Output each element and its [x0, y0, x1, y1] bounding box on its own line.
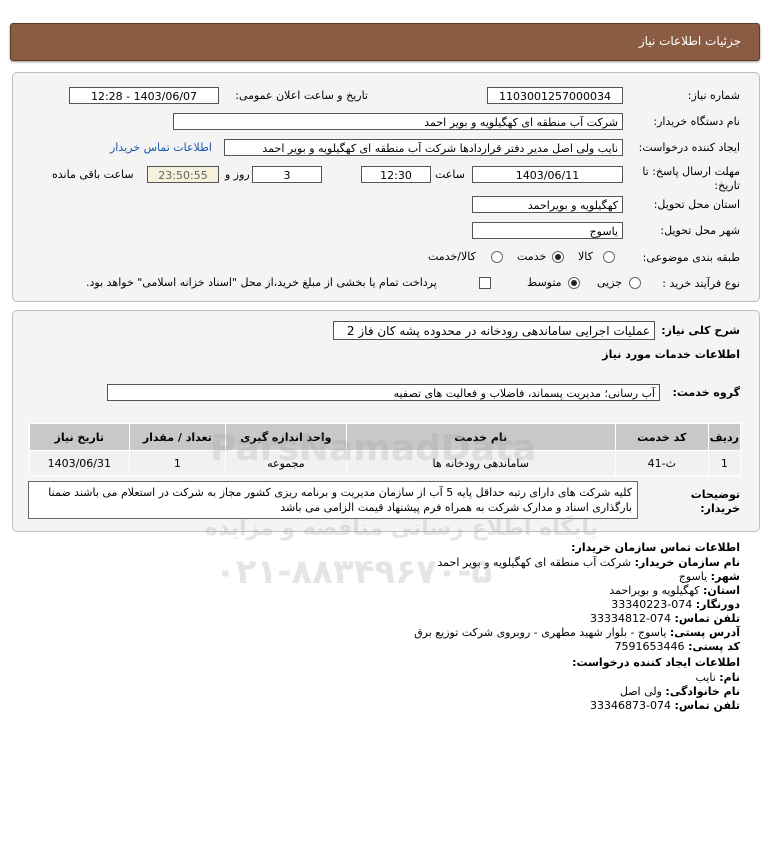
- creator-first-name-value: نایب: [695, 671, 716, 684]
- creator-phone-row: تلفن تماس: 074-33346873: [590, 699, 740, 712]
- buyer-field[interactable]: شرکت آب منطقه ای کهگیلویه و بویر احمد: [173, 113, 623, 130]
- creator-phone-label: تلفن تماس:: [674, 699, 740, 712]
- deadline-time-field[interactable]: 12:30: [361, 166, 431, 183]
- process-label: نوع فرآیند خرید :: [662, 277, 740, 290]
- deadline-date-label: تاریخ:: [714, 179, 740, 192]
- org-city-row: شهر: یاسوج: [679, 570, 740, 583]
- creator-contact-heading: اطلاعات ایجاد کننده درخواست:: [572, 656, 740, 669]
- org-name-row: نام سازمان خریدار: شرکت آب منطقه ای کهگی…: [437, 556, 740, 569]
- treasury-checkbox[interactable]: [479, 277, 491, 289]
- notes-label: توضیحات خریدار:: [690, 488, 740, 515]
- org-address-label: آدرس پستی:: [669, 626, 740, 639]
- org-contact-heading: اطلاعات تماس سازمان خریدار:: [571, 541, 740, 554]
- creator-last-name-value: ولی اصل: [619, 685, 662, 698]
- org-phone-row: تلفن تماس: 074-33334812: [590, 612, 740, 625]
- page-header: جزئیات اطلاعات نیاز: [10, 23, 760, 61]
- org-phone-value: 074-33334812: [590, 612, 672, 625]
- org-fax-label: دورنگار:: [695, 598, 740, 611]
- need-number-field[interactable]: 1103001257000034: [487, 87, 623, 104]
- col-quantity: تعداد / مقدار: [128, 423, 227, 451]
- province-field[interactable]: کهگیلویه و بویراحمد: [472, 196, 623, 213]
- page-title: جزئیات اطلاعات نیاز: [638, 34, 741, 48]
- org-fax-row: دورنگار: 074-33340223: [611, 598, 740, 611]
- announce-datetime-field[interactable]: 1403/06/07 - 12:28: [69, 87, 219, 104]
- services-table: ردیف کد خدمت نام خدمت واحد اندازه گیری ت…: [29, 423, 742, 476]
- process-option-medium: متوسط: [527, 276, 562, 289]
- col-row-number: ردیف: [707, 423, 742, 451]
- service-group-label: گروه خدمت:: [672, 386, 740, 399]
- need-number-label: شماره نیاز:: [687, 89, 740, 102]
- cell-need-date: 1403/06/31: [29, 450, 130, 476]
- summary-field[interactable]: عملیات اجرایی ساماندهی رودخانه در محدوده…: [333, 321, 655, 340]
- cell-row-number: 1: [707, 450, 742, 476]
- need-info-panel: [12, 72, 760, 302]
- buyer-label: نام دستگاه خریدار:: [653, 115, 740, 128]
- table-header-row: ردیف کد خدمت نام خدمت واحد اندازه گیری ت…: [29, 423, 742, 451]
- table-row: 1 ث-41 ساماندهی رودخانه ها مجموعه 1 1403…: [29, 450, 742, 476]
- cell-unit: مجموعه: [225, 450, 347, 476]
- remaining-time-label: ساعت باقی مانده: [52, 168, 134, 181]
- creator-first-name-row: نام: نایب: [695, 671, 740, 684]
- org-postal-value: 7591653446: [614, 640, 685, 653]
- days-field[interactable]: 3: [252, 166, 322, 183]
- deadline-label: مهلت ارسال پاسخ: تا: [642, 165, 740, 178]
- org-province-label: استان:: [703, 584, 740, 597]
- cell-quantity: 1: [128, 450, 227, 476]
- org-province-value: کهگیلویه و بویراحمد: [609, 584, 700, 597]
- city-field[interactable]: یاسوج: [472, 222, 623, 239]
- org-postal-row: کد پستی: 7591653446: [615, 640, 740, 653]
- process-radio-medium[interactable]: [568, 277, 580, 289]
- creator-first-name-label: نام:: [719, 671, 740, 684]
- org-name-label: نام سازمان خریدار:: [634, 556, 740, 569]
- org-city-label: شهر:: [710, 570, 740, 583]
- category-option-service: خدمت: [517, 250, 547, 263]
- province-label: استان محل تحویل:: [653, 198, 740, 211]
- process-option-minor: جزیی: [597, 276, 623, 289]
- org-postal-label: کد پستی:: [688, 640, 740, 653]
- org-address-value: یاسوج - بلوار شهید مطهری - روبروی شرکت ت…: [414, 626, 667, 639]
- col-unit: واحد اندازه گیری: [225, 423, 347, 451]
- deadline-date-field[interactable]: 1403/06/11: [472, 166, 623, 183]
- summary-label: شرح کلی نیاز:: [661, 324, 740, 337]
- org-city-value: یاسوج: [678, 570, 708, 583]
- days-label: روز و: [225, 168, 250, 181]
- category-radio-goods-service[interactable]: [491, 251, 503, 263]
- org-address-row: آدرس پستی: یاسوج - بلوار شهید مطهری - رو…: [414, 626, 740, 639]
- creator-label: ایجاد کننده درخواست:: [638, 141, 740, 154]
- remaining-time-field: 23:50:55: [147, 166, 219, 183]
- payment-note: پرداخت تمام یا بخشی از مبلغ خرید،از محل …: [86, 276, 437, 289]
- col-need-date: تاریخ نیاز: [29, 423, 130, 451]
- cell-service-code: ث-41: [614, 450, 709, 476]
- creator-last-name-label: نام خانوادگی:: [665, 685, 740, 698]
- org-province-row: استان: کهگیلویه و بویراحمد: [609, 584, 740, 597]
- services-heading: اطلاعات خدمات مورد نیاز: [602, 348, 740, 361]
- announce-label: تاریخ و ساعت اعلان عمومی:: [235, 89, 368, 102]
- cell-service-name: ساماندهی رودخانه ها: [345, 450, 616, 476]
- creator-phone-value: 074-33346873: [590, 699, 672, 712]
- creator-field[interactable]: نایب ولی اصل مدیر دفتر قراردادها شرکت آب…: [224, 139, 623, 156]
- col-service-code: کد خدمت: [614, 423, 709, 451]
- process-radio-minor[interactable]: [629, 277, 641, 289]
- creator-last-name-row: نام خانوادگی: ولی اصل: [620, 685, 740, 698]
- buyer-notes: کلیه شرکت های دارای رتبه حداقل پایه 5 آب…: [28, 481, 638, 519]
- deadline-time-label: ساعت: [435, 168, 465, 181]
- category-radio-service[interactable]: [552, 251, 564, 263]
- category-label: طبقه بندی موضوعی:: [642, 251, 740, 264]
- org-phone-label: تلفن تماس:: [674, 612, 740, 625]
- col-service-name: نام خدمت: [345, 423, 616, 451]
- org-name-value: شرکت آب منطقه ای کهگیلویه و بویر احمد: [437, 556, 632, 569]
- org-fax-value: 074-33340223: [611, 598, 693, 611]
- buyer-contact-link[interactable]: اطلاعات تماس خریدار: [110, 141, 212, 154]
- service-group-field[interactable]: آب رسانی؛ مدیریت پسماند، فاضلاب و فعالیت…: [107, 384, 660, 401]
- category-option-goods-service: کالا/خدمت: [428, 250, 476, 263]
- category-option-goods: کالا: [578, 250, 593, 263]
- category-radio-goods[interactable]: [603, 251, 615, 263]
- city-label: شهر محل تحویل:: [660, 224, 740, 237]
